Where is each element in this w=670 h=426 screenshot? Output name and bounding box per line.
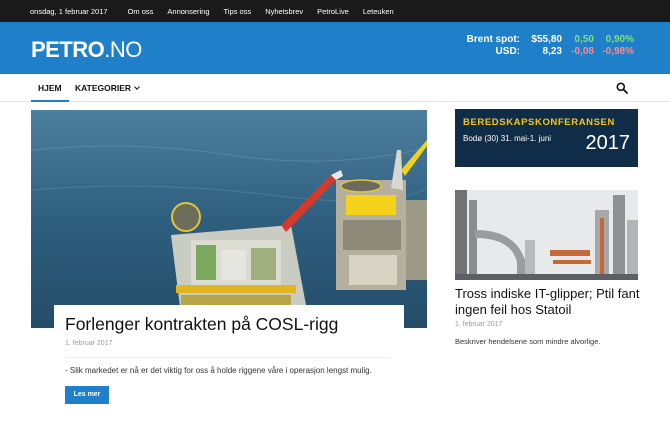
chevron-down-icon xyxy=(134,84,140,90)
conference-banner-ad[interactable]: BEREDSKAPSKONFERANSEN Bodø (30) 31. mai-… xyxy=(455,109,638,167)
site-header: PETRO.NO Brent spot: $55,80 0,50 0,90% U… xyxy=(0,22,670,74)
ticker-row-brent: Brent spot: $55,80 0,50 0,90% xyxy=(460,34,634,46)
banner-year: 2017 xyxy=(585,132,631,154)
logo-text-light: .NO xyxy=(104,37,142,62)
side-article-date: 1. februar 2017 xyxy=(455,321,503,328)
current-date: onsdag, 1 februar 2017 xyxy=(30,6,108,16)
ticker-value: $55,80 xyxy=(531,34,562,45)
banner-title: BEREDSKAPSKONFERANSEN xyxy=(463,117,615,128)
side-article-excerpt: Beskriver hendelsene som mindre alvorlig… xyxy=(455,337,601,346)
top-bar: onsdag, 1 februar 2017 Om oss Annonserin… xyxy=(0,0,670,22)
ticker-percent: -0,98% xyxy=(602,46,634,57)
nav-categories[interactable]: KATEGORIER xyxy=(75,74,140,102)
nav-home[interactable]: HJEM xyxy=(31,74,69,102)
top-link-tips-oss[interactable]: Tips oss xyxy=(224,7,252,16)
top-link-annonsering[interactable]: Annonsering xyxy=(167,7,209,16)
side-article-title[interactable]: Tross indiske IT-glipper; Ptil fant inge… xyxy=(455,286,645,318)
logo-text-bold: PETRO xyxy=(31,37,105,62)
top-link-petrolive[interactable]: PetroLive xyxy=(317,7,349,16)
site-logo[interactable]: PETRO.NO xyxy=(31,37,142,63)
search-icon[interactable] xyxy=(616,82,628,94)
nav-categories-label: KATEGORIER xyxy=(75,83,132,93)
top-link-nyhetsbrev[interactable]: Nyhetsbrev xyxy=(265,7,303,16)
ticker-change: -0,08 xyxy=(571,46,594,57)
market-ticker: Brent spot: $55,80 0,50 0,90% USD: 8,23 … xyxy=(460,34,634,58)
read-more-button[interactable]: Les mer xyxy=(65,386,109,404)
main-article-image[interactable] xyxy=(31,110,427,328)
main-article-excerpt: - Slik markedet er nå er det viktig for … xyxy=(65,366,372,375)
main-article-date: 1. februar 2017 xyxy=(65,340,113,347)
ticker-label: USD: xyxy=(495,46,520,57)
divider xyxy=(65,357,390,358)
side-article-image[interactable] xyxy=(455,190,638,280)
ticker-change: 0,50 xyxy=(574,34,594,45)
ticker-percent: 0,90% xyxy=(605,34,634,45)
ticker-value: 8,23 xyxy=(542,46,562,57)
main-nav: HJEM KATEGORIER xyxy=(0,74,670,102)
top-link-leteuken[interactable]: Leteuken xyxy=(363,7,394,16)
main-article-title[interactable]: Forlenger kontrakten på COSL-rigg xyxy=(65,313,393,335)
ticker-row-usd: USD: 8,23 -0,08 -0,98% xyxy=(460,46,634,58)
banner-location: Bodø (30) 31. mai-1. juni xyxy=(463,134,552,143)
top-link-om-oss[interactable]: Om oss xyxy=(128,7,154,16)
ticker-label: Brent spot: xyxy=(466,34,520,45)
